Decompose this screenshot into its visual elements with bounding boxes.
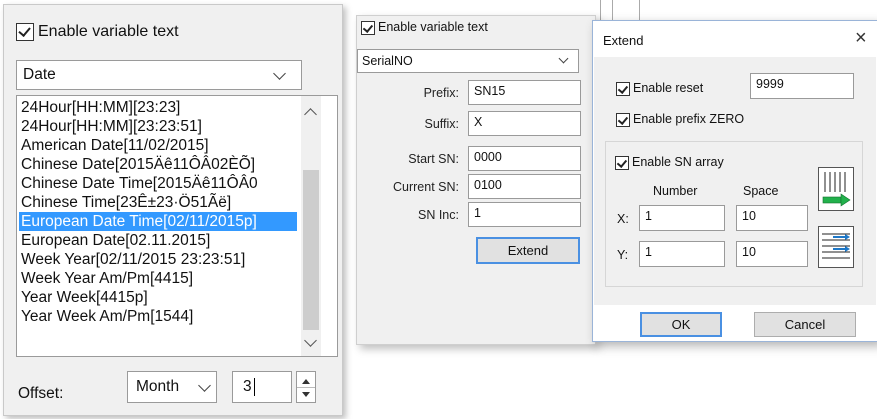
enable-reset-checkbox[interactable] xyxy=(616,82,630,96)
list-scrollbar[interactable] xyxy=(301,96,321,356)
text-cursor xyxy=(254,378,255,396)
list-item[interactable]: Year Week Am/Pm[1544] xyxy=(19,307,193,326)
date-format-select-value: Date xyxy=(23,66,56,83)
date-format-select[interactable]: Date xyxy=(16,60,302,90)
sn-array-group: Enable SN array Number Space X: 1 10 Y: … xyxy=(605,141,863,287)
x-label: X: xyxy=(617,212,629,226)
y-label: Y: xyxy=(617,248,629,262)
current-sn-label: Current SN: xyxy=(393,180,459,194)
list-item[interactable]: Week Year Am/Pm[4415] xyxy=(19,269,193,288)
enable-prefix-zero-checkbox[interactable] xyxy=(616,113,630,127)
suffix-input[interactable]: X xyxy=(468,111,581,136)
list-item[interactable]: European Date[02.11.2015] xyxy=(19,231,210,250)
list-item[interactable]: 24Hour[HH:MM][23:23] xyxy=(19,98,180,117)
enable-variable-text-label: Enable variable text xyxy=(38,23,179,40)
scroll-down-arrow-icon[interactable] xyxy=(304,334,317,347)
y-number-input[interactable]: 1 xyxy=(639,241,725,267)
date-format-list-items: 24Hour[HH:MM][23:23] 24Hour[HH:MM][23:23… xyxy=(19,98,297,354)
scroll-up-arrow-icon[interactable] xyxy=(304,108,317,121)
date-format-list[interactable]: 24Hour[HH:MM][23:23] 24Hour[HH:MM][23:23… xyxy=(16,95,338,357)
enable-variable-text-checkbox[interactable] xyxy=(16,23,34,41)
offset-unit-value: Month xyxy=(136,378,180,395)
enable-sn-array-label: Enable SN array xyxy=(632,155,724,169)
x-space-input[interactable]: 10 xyxy=(736,205,808,231)
offset-unit-select[interactable]: Month xyxy=(127,371,217,403)
list-item[interactable]: American Date[11/02/2015] xyxy=(19,136,209,155)
background-window-fragment xyxy=(600,0,640,22)
enable-prefix-zero-row[interactable]: Enable prefix ZERO xyxy=(616,112,796,130)
scrollbar-thumb[interactable] xyxy=(303,170,319,330)
spinner-divider xyxy=(297,387,315,388)
space-header: Space xyxy=(743,184,779,198)
spin-up-icon[interactable] xyxy=(302,379,310,384)
serial-number-panel: Enable variable text SerialNO Prefix: SN… xyxy=(356,15,596,345)
variable-type-value: SerialNO xyxy=(362,54,413,68)
number-header: Number xyxy=(653,184,698,198)
spin-down-icon[interactable] xyxy=(302,392,310,397)
enable-prefix-zero-label: Enable prefix ZERO xyxy=(633,112,745,126)
chevron-down-icon xyxy=(273,67,286,80)
list-item-selected[interactable]: European Date Time[02/11/2015p] xyxy=(19,212,297,231)
list-item[interactable]: Chinese Date[2015Äê11ÔÂ02ÈÕ] xyxy=(19,155,255,174)
dialog-title: Extend xyxy=(603,33,644,48)
variable-type-select[interactable]: SerialNO xyxy=(357,49,579,73)
enable-variable-text-row[interactable]: Enable variable text xyxy=(16,21,316,43)
extend-dialog: Extend × Enable reset 9999 Enable prefix… xyxy=(592,20,877,342)
ok-button[interactable]: OK xyxy=(640,312,722,337)
array-vertical-direction-icon[interactable] xyxy=(818,226,854,268)
enable-variable-text-label: Enable variable text xyxy=(378,20,488,34)
list-item[interactable]: Chinese Date Time[2015Äê11ÔÂ0 xyxy=(19,174,258,193)
x-number-input[interactable]: 1 xyxy=(639,205,725,231)
offset-value-input[interactable]: 3 xyxy=(232,371,292,403)
chevron-down-icon xyxy=(558,53,569,64)
prefix-input[interactable]: SN15 xyxy=(468,80,581,105)
extend-button[interactable]: Extend xyxy=(476,237,580,264)
sn-inc-input[interactable]: 1 xyxy=(468,202,581,227)
list-item[interactable]: Year Week[4415p] xyxy=(19,288,148,307)
array-horizontal-direction-icon[interactable] xyxy=(818,167,854,211)
y-space-input[interactable]: 10 xyxy=(736,241,808,267)
offset-spinner[interactable] xyxy=(296,371,316,403)
reset-value-input[interactable]: 9999 xyxy=(750,73,854,99)
prefix-label: Prefix: xyxy=(423,86,459,100)
chevron-down-icon xyxy=(198,379,211,392)
list-item[interactable]: 24Hour[HH:MM][23:23:51] xyxy=(19,117,202,136)
enable-variable-text-checkbox[interactable] xyxy=(361,21,375,35)
cancel-button[interactable]: Cancel xyxy=(754,312,856,337)
sn-inc-label: SN Inc: xyxy=(418,208,459,222)
dialog-body: Enable reset 9999 Enable prefix ZERO Ena… xyxy=(594,57,876,305)
list-item[interactable]: Week Year[02/11/2015 23:23:51] xyxy=(19,250,245,269)
enable-reset-row[interactable]: Enable reset xyxy=(616,81,766,99)
enable-reset-label: Enable reset xyxy=(633,81,704,95)
current-sn-input[interactable]: 0100 xyxy=(468,174,581,199)
date-format-panel: Enable variable text Date 24Hour[HH:MM][… xyxy=(3,4,343,416)
close-icon[interactable]: × xyxy=(855,27,867,50)
enable-variable-text-row[interactable]: Enable variable text xyxy=(361,20,561,38)
enable-sn-array-checkbox[interactable] xyxy=(615,156,629,170)
suffix-label: Suffix: xyxy=(424,117,459,131)
offset-value-text: 3 xyxy=(243,378,252,395)
offset-label: Offset: xyxy=(18,385,64,402)
list-item[interactable]: Chinese Time[23Ê±23·Ö51Ãë] xyxy=(19,193,231,212)
background-window-fragment-line xyxy=(612,0,613,22)
start-sn-label: Start SN: xyxy=(408,152,459,166)
enable-sn-array-row[interactable]: Enable SN array xyxy=(615,155,775,173)
start-sn-input[interactable]: 0000 xyxy=(468,146,581,171)
